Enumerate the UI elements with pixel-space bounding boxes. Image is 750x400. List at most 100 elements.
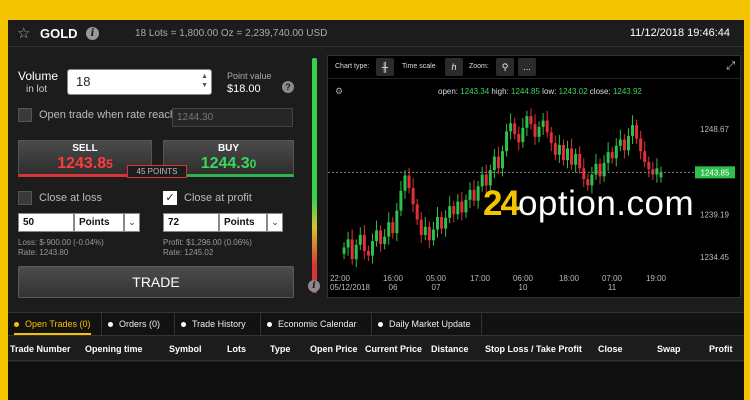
- x-tick-label: 07:00: [602, 274, 623, 283]
- col-stop-loss-take-profit[interactable]: Stop Loss / Take Profit: [485, 344, 582, 354]
- profit-unit-select[interactable]: Points: [219, 213, 267, 232]
- x-tick-label: 05:00: [426, 274, 447, 283]
- candle-body: [594, 163, 598, 175]
- server-datetime: 11/12/2018 19:46:44: [629, 27, 730, 39]
- col-open-price[interactable]: Open Price: [310, 344, 358, 354]
- x-date-label: 07: [432, 283, 441, 292]
- candle-body: [411, 188, 415, 205]
- candle-body: [602, 162, 606, 177]
- profit-points-input[interactable]: 72: [163, 213, 219, 232]
- candle-body: [403, 175, 407, 191]
- candle-body: [419, 219, 423, 235]
- point-value: $18.00: [227, 83, 261, 95]
- candle-body: [639, 138, 643, 152]
- candle-body: [350, 239, 354, 260]
- point-value-label: Point value: [227, 71, 272, 81]
- candle-body: [574, 153, 578, 165]
- candle-body: [557, 144, 561, 155]
- col-opening-time[interactable]: Opening time: [85, 344, 143, 354]
- candle-body: [517, 134, 521, 143]
- candle-body: [606, 152, 610, 163]
- trade-button[interactable]: TRADE: [18, 266, 294, 298]
- x-tick-label: 17:00: [470, 274, 491, 283]
- candle-body: [537, 126, 541, 137]
- candle-body: [383, 236, 387, 244]
- candle-body: [505, 131, 509, 152]
- candle-body: [423, 226, 427, 235]
- candle-body: [342, 247, 346, 254]
- expand-icon[interactable]: ⤢: [726, 60, 735, 73]
- loss-unit-select[interactable]: Points: [74, 213, 124, 232]
- candlestick-type-icon[interactable]: ╫: [376, 58, 394, 76]
- y-tick-label: 1239.19: [700, 210, 729, 219]
- candle-body: [431, 229, 435, 241]
- broker-logo: 24option.com: [483, 184, 695, 223]
- favorite-star-icon[interactable]: ☆: [17, 24, 30, 42]
- candle-body: [647, 162, 651, 170]
- asset-info-icon[interactable]: i: [86, 27, 99, 40]
- profit-unit-chevron-down-icon[interactable]: ⌄: [267, 213, 283, 232]
- volume-input[interactable]: 18 ▲ ▼: [67, 69, 212, 95]
- trades-tabbar: Open Trades (0) Orders (0) Trade History…: [8, 312, 744, 336]
- candle-body: [570, 148, 574, 165]
- col-trade-number[interactable]: Trade Number: [10, 344, 71, 354]
- candle-body: [529, 116, 533, 125]
- candle-body: [379, 230, 383, 244]
- open-at-rate-checkbox[interactable]: [18, 108, 32, 122]
- candle-body: [521, 127, 525, 143]
- chart-info-icon[interactable]: i: [308, 280, 320, 292]
- x-tick-label: 19:00: [646, 274, 667, 283]
- col-current-price[interactable]: Current Price: [365, 344, 422, 354]
- col-close[interactable]: Close: [598, 344, 623, 354]
- help-icon[interactable]: ?: [282, 81, 294, 93]
- tab-economic-calendar[interactable]: Economic Calendar: [267, 313, 357, 335]
- loss-unit-chevron-down-icon[interactable]: ⌄: [124, 213, 140, 232]
- candle-body: [626, 135, 630, 151]
- current-price-label: 1243.85: [701, 168, 730, 177]
- col-profit[interactable]: Profit: [709, 344, 733, 354]
- close-at-loss-label: Close at loss: [39, 192, 102, 204]
- volume-spinner-icon[interactable]: ▲ ▼: [201, 72, 208, 90]
- candle-body: [541, 120, 545, 127]
- x-tick-label: 22:00: [330, 274, 351, 283]
- zoom-icon[interactable]: ⚲: [496, 58, 514, 76]
- trading-app: ☆ GOLD i 18 Lots = 1,800.00 Oz = 2,239,7…: [8, 20, 744, 400]
- candle-body: [643, 151, 647, 162]
- candle-body: [635, 125, 639, 139]
- asset-header: ☆ GOLD i 18 Lots = 1,800.00 Oz = 2,239,7…: [8, 20, 744, 47]
- candle-body: [472, 189, 476, 201]
- candle-body: [525, 116, 529, 128]
- close-at-loss-checkbox[interactable]: [18, 191, 32, 205]
- price-chart[interactable]: Chart type: ╫ Time scale h Zoom: ⚲ ... ⤢…: [327, 55, 741, 298]
- x-date-label: 10: [519, 283, 528, 292]
- x-date-label: 06: [389, 283, 398, 292]
- col-symbol[interactable]: Symbol: [169, 344, 202, 354]
- tab-daily-market-update[interactable]: Daily Market Update: [378, 313, 471, 335]
- col-swap[interactable]: Swap: [657, 344, 681, 354]
- time-scale-label: Time scale: [402, 63, 436, 70]
- col-type[interactable]: Type: [270, 344, 290, 354]
- candle-body: [375, 230, 379, 242]
- candle-body: [448, 206, 452, 218]
- time-scale-button[interactable]: h: [445, 58, 463, 76]
- candle-body: [358, 234, 362, 245]
- x-tick-label: 06:00: [513, 274, 534, 283]
- x-date-label: 05/12/2018: [330, 283, 371, 292]
- close-at-profit-checkbox[interactable]: ✓: [163, 191, 177, 205]
- y-tick-label: 1248.67: [700, 125, 729, 134]
- open-rate-input[interactable]: 1244.30: [172, 108, 293, 127]
- profit-info: Profit: $1,296.00 (0.06%) Rate: 1245.02: [163, 238, 252, 257]
- candle-body: [566, 148, 570, 161]
- candle-body: [513, 123, 517, 135]
- col-distance[interactable]: Distance: [431, 344, 469, 354]
- candle-body: [399, 190, 403, 211]
- more-button[interactable]: ...: [518, 58, 536, 76]
- tab-orders[interactable]: Orders (0): [108, 313, 160, 335]
- loss-points-input[interactable]: 50: [18, 213, 74, 232]
- candle-body: [427, 226, 431, 241]
- tab-open-trades[interactable]: Open Trades (0): [14, 313, 91, 335]
- volume-sublabel: in lot: [26, 84, 48, 95]
- tab-trade-history[interactable]: Trade History: [181, 313, 246, 335]
- col-lots[interactable]: Lots: [227, 344, 246, 354]
- x-tick-label: 18:00: [559, 274, 580, 283]
